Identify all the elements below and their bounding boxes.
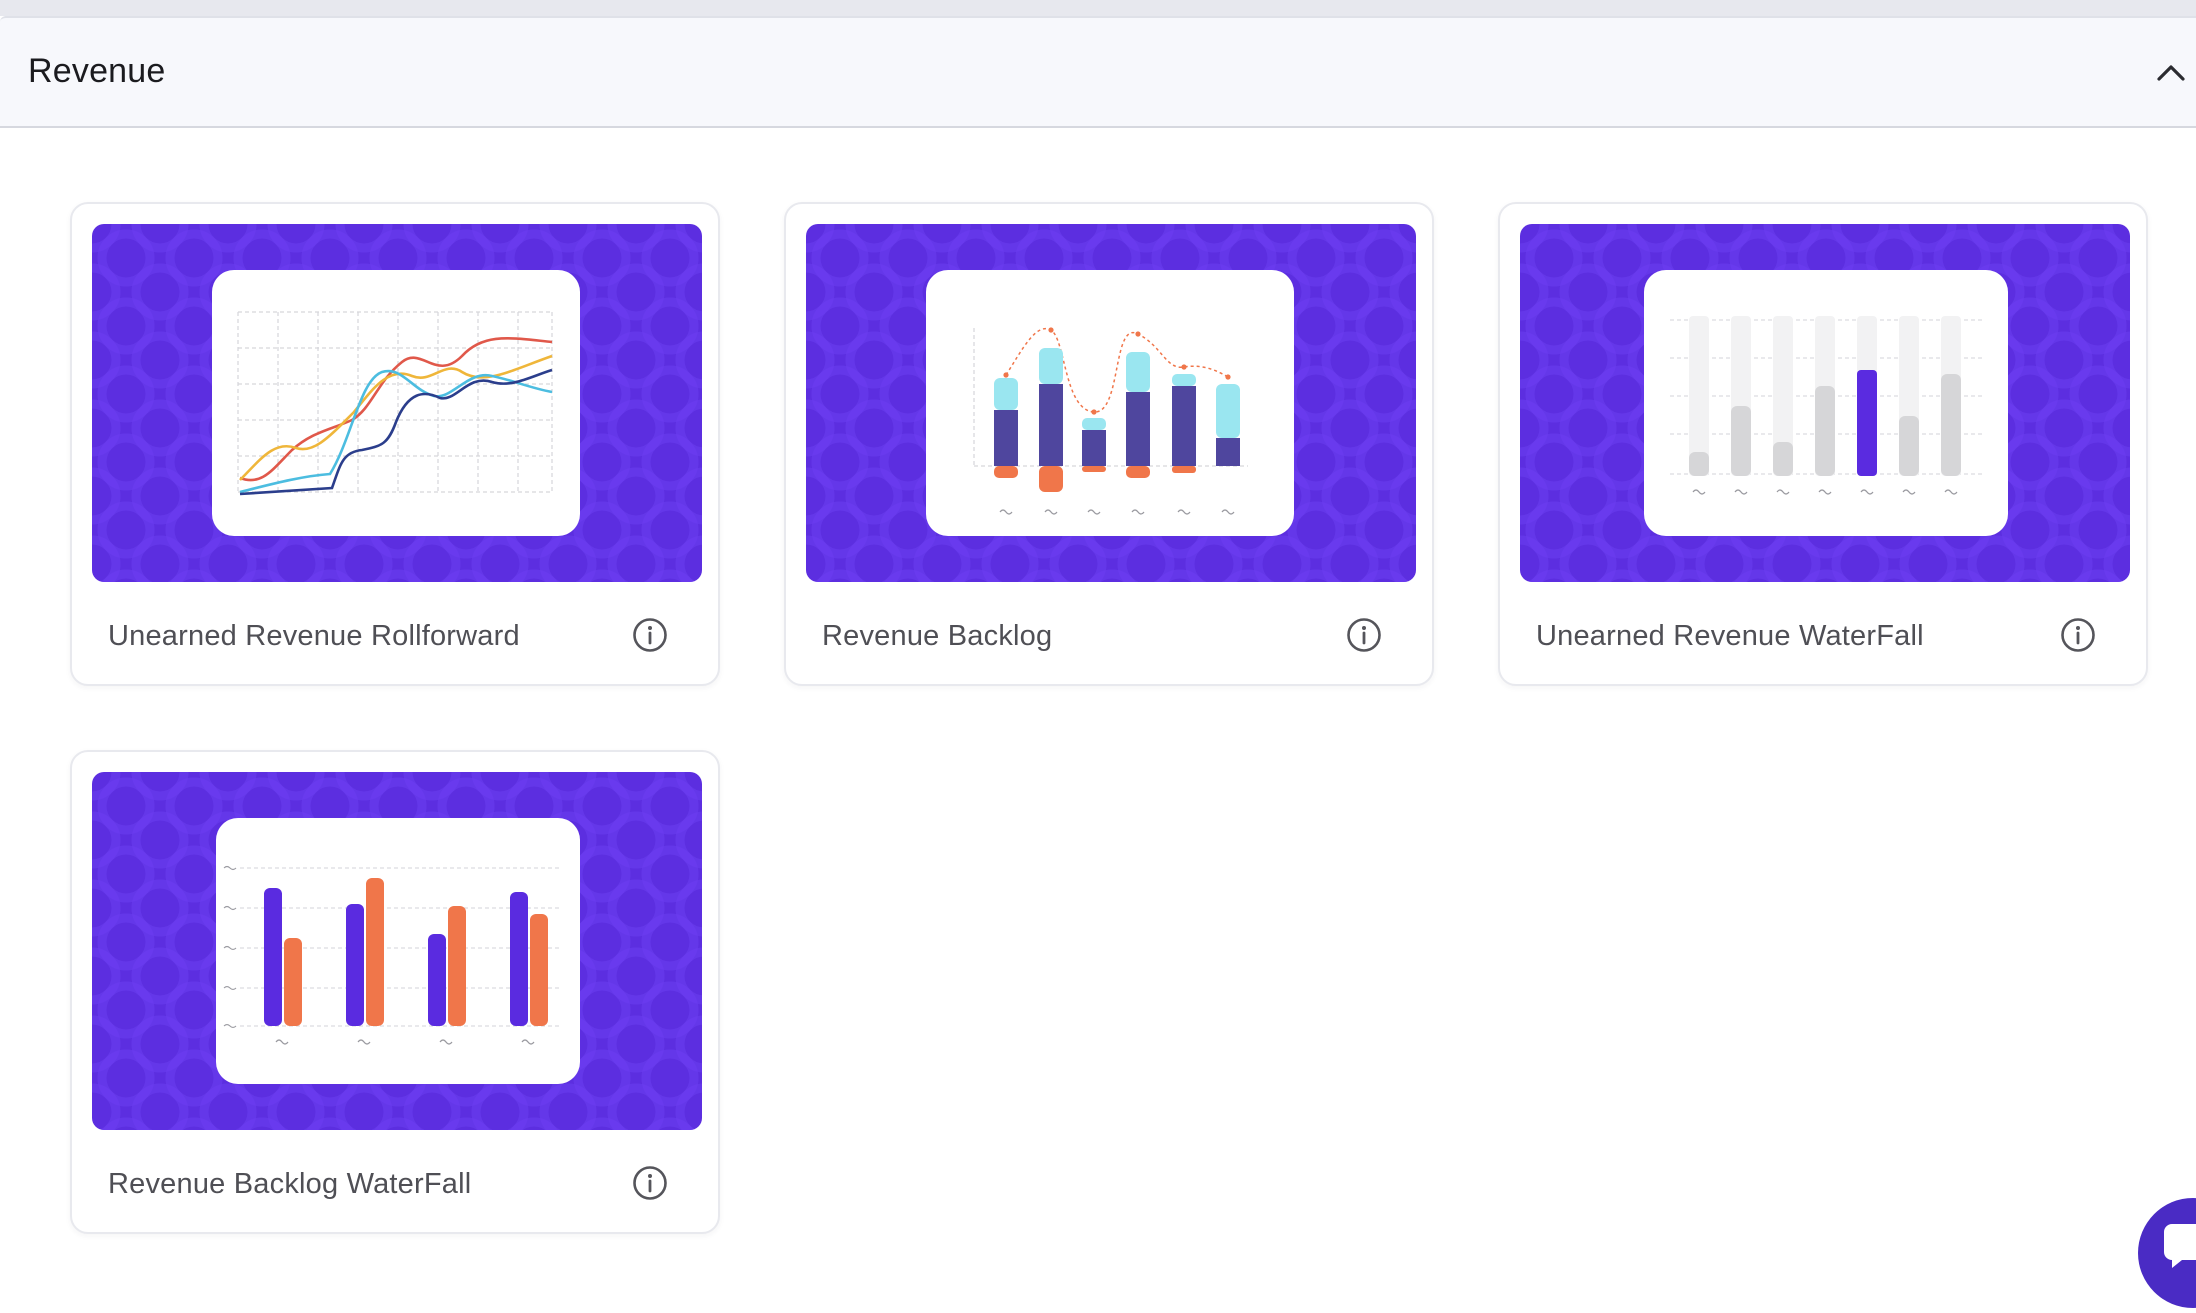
chat-icon [2164,1224,2196,1268]
report-thumbnail [1520,224,2130,582]
info-button[interactable] [1346,617,1382,653]
info-icon [633,618,667,652]
line-chart-preview [212,270,580,536]
collapse-section-button[interactable] [2146,48,2196,98]
info-button[interactable] [632,617,668,653]
chevron-up-icon [2157,65,2185,81]
info-icon [2061,618,2095,652]
report-title: Unearned Revenue WaterFall [1536,620,1924,652]
report-thumbnail [806,224,1416,582]
section-title: Revenue [28,52,166,90]
section-header[interactable]: Revenue [0,16,2196,128]
report-card-revenue-backlog-waterfall[interactable]: Revenue Backlog WaterFall [70,750,720,1234]
report-card-revenue-backlog[interactable]: Revenue Backlog [784,202,1434,686]
info-button[interactable] [632,1165,668,1201]
report-card-unearned-revenue-waterfall[interactable]: Unearned Revenue WaterFall [1498,202,2148,686]
report-card-unearned-revenue-rollforward[interactable]: Unearned Revenue Rollforward [70,202,720,686]
report-thumbnail [92,772,702,1130]
top-strip [0,0,2196,16]
report-thumbnail [92,224,702,582]
waterfall-bar-preview [1644,270,2008,536]
info-icon [1347,618,1381,652]
report-title: Revenue Backlog [822,620,1053,652]
grouped-bar-preview [216,818,580,1084]
report-title: Revenue Backlog WaterFall [108,1168,472,1200]
info-button[interactable] [2060,617,2096,653]
chat-launcher-button[interactable] [2138,1198,2196,1308]
report-title: Unearned Revenue Rollforward [108,620,520,652]
info-icon [633,1166,667,1200]
stacked-bar-preview [926,270,1294,536]
